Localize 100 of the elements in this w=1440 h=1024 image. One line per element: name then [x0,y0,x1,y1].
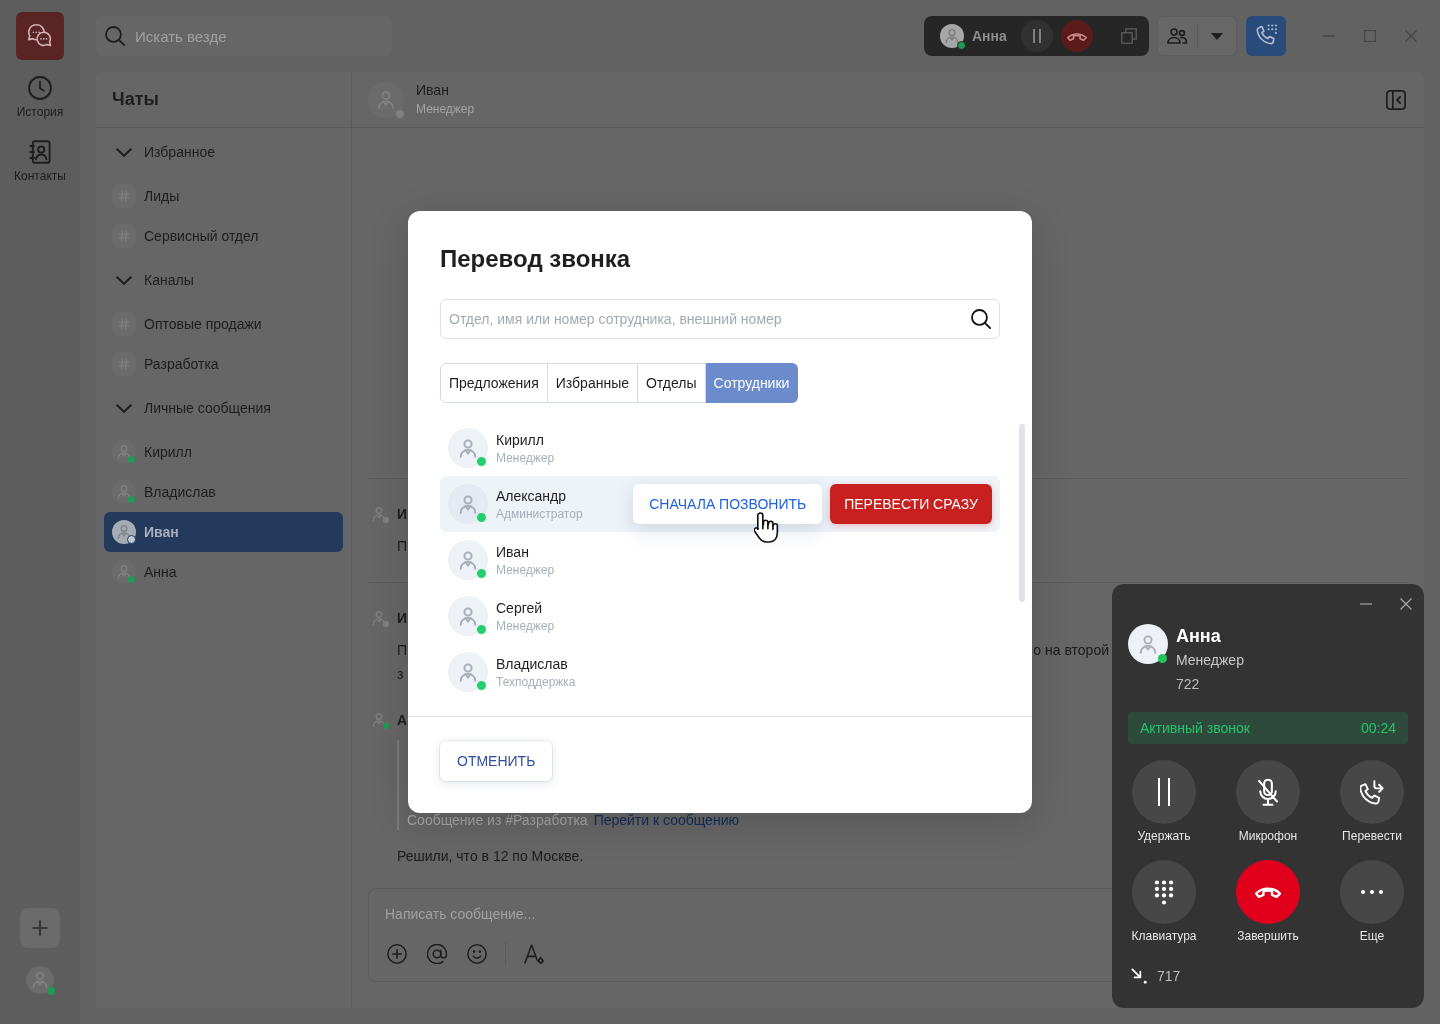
chat-list-item[interactable]: Лиды [104,176,343,216]
employee-name: Владислав [496,655,568,674]
dialer-button[interactable] [1246,16,1286,56]
message-text: з [397,665,404,684]
avatar-icon [371,610,387,626]
chat-list-item[interactable]: Владислав [104,472,343,512]
chat-list-item[interactable]: Анна [104,552,343,592]
employee-row[interactable]: Сергей Менеджер [440,588,1000,644]
group-header[interactable]: Личные сообщения [104,388,343,428]
text-format-icon[interactable] [524,944,544,964]
incoming-call-arrow-icon [1131,968,1147,984]
avatar-icon [448,428,488,468]
avatar-icon [448,596,488,636]
employee-name: Сергей [496,599,543,618]
more-dots-icon [1361,890,1383,894]
employee-role: Менеджер [496,618,555,634]
call-first-button[interactable]: СНАЧАЛА ПОЗВОНИТЬ [633,484,823,524]
employee-role: Техподдержка [496,674,576,690]
caret-down-icon[interactable] [1211,32,1223,40]
search-icon [105,26,125,46]
avatar-icon [112,560,136,584]
extension-number: 717 [1157,968,1181,984]
search-field[interactable]: Отдел, имя или номер сотрудника, внешний номер [440,299,1000,339]
avatar-icon [448,484,488,524]
avatar-icon [112,520,136,544]
button-label: Завершить [1237,928,1299,944]
message-text: Решили, что в 12 по Москве. [397,847,584,866]
collapse-panel-icon[interactable] [1386,89,1406,110]
search-field[interactable]: Искать везде [96,16,392,56]
button-label: Еще [1359,928,1385,944]
contact-book-icon [28,140,52,164]
chat-list-item[interactable]: Иван [104,512,343,552]
dialog-title: Перевод звонка [440,244,632,274]
avatar-icon [26,966,54,994]
tab[interactable]: Избранные [547,363,638,403]
scrollbar-thumb[interactable] [1019,424,1025,602]
avatar-icon [448,540,488,580]
at-sign-icon[interactable] [427,944,447,964]
smiley-icon[interactable] [467,944,487,964]
hash-icon [112,352,136,376]
pointer-hand-icon [754,512,779,543]
hang-up-icon [1255,886,1281,898]
tab[interactable]: Отделы [638,363,706,403]
panel-title: Чаты [112,89,159,110]
employee-name: Александр [496,487,567,506]
app-logo-icon [16,12,64,60]
maximize-icon[interactable] [1364,30,1376,42]
hash-icon [112,224,136,248]
employee-row[interactable]: Александр Администратор СНАЧАЛА ПОЗВОНИТЬ ПЕРЕВЕСТИ СРАЗУ [440,476,1000,532]
message-text: П [397,641,408,660]
rail-nav-button[interactable]: История [2,72,78,136]
dialpad-icon [1154,879,1174,905]
search-icon [971,309,991,329]
chevron-down-icon [116,275,132,285]
contact-role: Менеджер [416,102,475,117]
transfer-now-button[interactable]: ПЕРЕВЕСТИ СРАЗУ [830,484,992,524]
hang-up-icon [1067,31,1087,41]
avatar-icon [368,81,404,118]
pause-icon [1157,778,1171,806]
end-call-button[interactable] [1061,20,1093,52]
pause-icon [1032,29,1042,43]
message-text: о на второй [1033,641,1109,660]
message-author: И [397,609,408,628]
employee-role: Менеджер [496,450,555,466]
avatar-icon [112,480,136,504]
popout-icon[interactable] [1121,28,1137,44]
quote-source: Сообщение из #Разработка [407,811,588,830]
cancel-button[interactable]: ОТМЕНИТЬ [440,741,553,781]
message-input[interactable]: Написать сообщение... [385,906,985,922]
employee-row[interactable]: Кирилл Менеджер [440,420,1000,476]
rail-nav-button[interactable]: Контакты [2,136,78,200]
chat-list-item[interactable]: Кирилл [104,432,343,472]
go-to-message-link[interactable]: Перейти к сообщению [593,810,739,830]
hash-icon [112,184,136,208]
chat-list-item[interactable]: Оптовые продажи [104,304,343,344]
avatar-icon [1128,624,1168,664]
employee-row[interactable]: Иван Менеджер [440,532,1000,588]
caller-number: 722 [1176,675,1200,694]
plus-icon [32,920,48,936]
employee-row[interactable]: Владислав Техподдержка [440,644,1000,700]
employee-role: Администратор [496,506,583,522]
people-icon[interactable] [1167,28,1188,44]
tab[interactable]: Предложения [440,363,548,403]
caller-name: Анна [1176,625,1221,648]
phone-forward-icon [1360,779,1384,805]
group-header[interactable]: Избранное [104,132,343,172]
caller-name: Анна [972,28,1007,44]
chat-list-item[interactable]: Сервисный отдел [104,216,343,256]
close-icon[interactable] [1400,598,1412,610]
group-header[interactable]: Каналы [104,260,343,300]
plus-circle-icon[interactable] [387,944,407,964]
tab[interactable]: Сотрудники [705,363,799,403]
chevron-down-icon [116,403,132,413]
employee-name: Иван [496,543,529,562]
avatar-icon [112,440,136,464]
hash-icon [112,312,136,336]
add-button[interactable] [20,908,60,948]
chat-list-item[interactable]: Разработка [104,344,343,384]
button-label: Клавиатура [1131,928,1197,944]
employee-name: Кирилл [496,431,544,450]
